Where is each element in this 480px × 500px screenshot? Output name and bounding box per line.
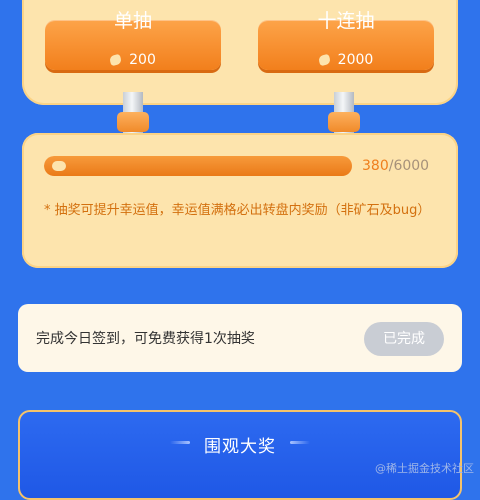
luck-progress-fill [44, 156, 352, 176]
progress-knob-icon [52, 161, 66, 171]
luck-note: * 抽奖可提升幸运值，幸运值满格必出转盘内奖励（非矿石及bug） [44, 203, 431, 218]
single-draw-label: 单抽 [113, 10, 152, 32]
ten-draw-label: 十连抽 [317, 10, 375, 32]
signin-done-button[interactable]: 已完成 [364, 322, 444, 356]
signin-text: 完成今日签到，可免费获得1次抽奖 [36, 331, 255, 347]
ore-icon [317, 53, 331, 67]
watch-title: 围观大奖 [204, 437, 276, 457]
ten-draw-cost-value: 2000 [337, 52, 374, 68]
luck-total: /6000 [388, 158, 430, 174]
support-pole [328, 92, 360, 136]
single-draw-button[interactable]: 单抽 200 [45, 10, 221, 70]
luck-progress-bar [44, 156, 352, 176]
luck-progress-text: 380/6000 [362, 158, 429, 174]
ten-draw-cost: 2000 [258, 52, 434, 68]
single-draw-cost: 200 [45, 52, 221, 68]
support-pole [117, 92, 149, 136]
ore-icon [109, 53, 123, 67]
ten-draw-button[interactable]: 十连抽 2000 [258, 10, 434, 70]
single-draw-cost-value: 200 [129, 52, 156, 68]
watermark: @稀土掘金技术社区 [375, 462, 474, 475]
luck-current: 380 [362, 158, 389, 174]
pole-cap [117, 112, 149, 132]
pole-cap [328, 112, 360, 132]
